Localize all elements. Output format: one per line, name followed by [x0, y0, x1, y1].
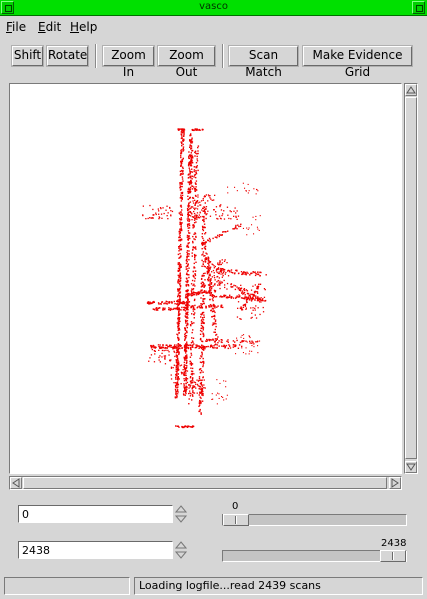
menu-edit[interactable]: Edit — [38, 20, 61, 34]
scroll-up-icon[interactable] — [405, 84, 417, 96]
start-slider-thumb[interactable] — [223, 514, 249, 526]
rotate-button[interactable]: Rotate — [47, 46, 88, 66]
title-bar[interactable]: vasco — [0, 0, 427, 16]
vertical-scroll-thumb[interactable] — [405, 97, 417, 459]
scroll-down-icon[interactable] — [405, 461, 417, 473]
zoom-out-button[interactable]: Zoom Out — [158, 46, 215, 79]
scroll-right-icon[interactable] — [389, 477, 401, 489]
end-slider-thumb[interactable] — [380, 550, 406, 562]
end-scan-slider[interactable] — [222, 550, 407, 562]
zoom-in-button[interactable]: Zoom In — [103, 46, 154, 79]
start-scan-slider[interactable] — [222, 514, 407, 526]
toolbar-separator — [222, 44, 224, 68]
shift-button[interactable]: Shift — [12, 46, 43, 66]
end-scan-stepper[interactable] — [174, 541, 188, 559]
end-scan-input[interactable] — [18, 541, 173, 559]
map-canvas[interactable] — [9, 83, 402, 474]
make-evidence-grid-button[interactable]: Make Evidence Grid — [303, 46, 412, 79]
start-scan-input[interactable] — [18, 505, 173, 523]
end-slider-value: 2438 — [381, 538, 407, 549]
scroll-left-icon[interactable] — [10, 477, 22, 489]
vertical-scrollbar[interactable] — [404, 83, 418, 474]
horizontal-scroll-thumb[interactable] — [23, 477, 387, 489]
menu-file[interactable]: File — [6, 20, 26, 34]
scan-match-button[interactable]: Scan Match — [229, 46, 298, 79]
window-title: vasco — [199, 1, 228, 12]
toolbar-separator — [95, 44, 97, 68]
status-left — [4, 577, 130, 595]
start-slider-value: 0 — [232, 501, 239, 512]
scan-map — [142, 128, 267, 429]
menu-bar: File Edit Help — [0, 17, 427, 37]
window-maximize-icon[interactable] — [412, 1, 425, 14]
scan-point-cloud — [142, 128, 267, 429]
menu-help[interactable]: Help — [70, 20, 97, 34]
start-scan-stepper[interactable] — [174, 505, 188, 523]
horizontal-scrollbar[interactable] — [9, 476, 402, 490]
status-message: Loading logfile...read 2439 scans — [134, 577, 423, 595]
